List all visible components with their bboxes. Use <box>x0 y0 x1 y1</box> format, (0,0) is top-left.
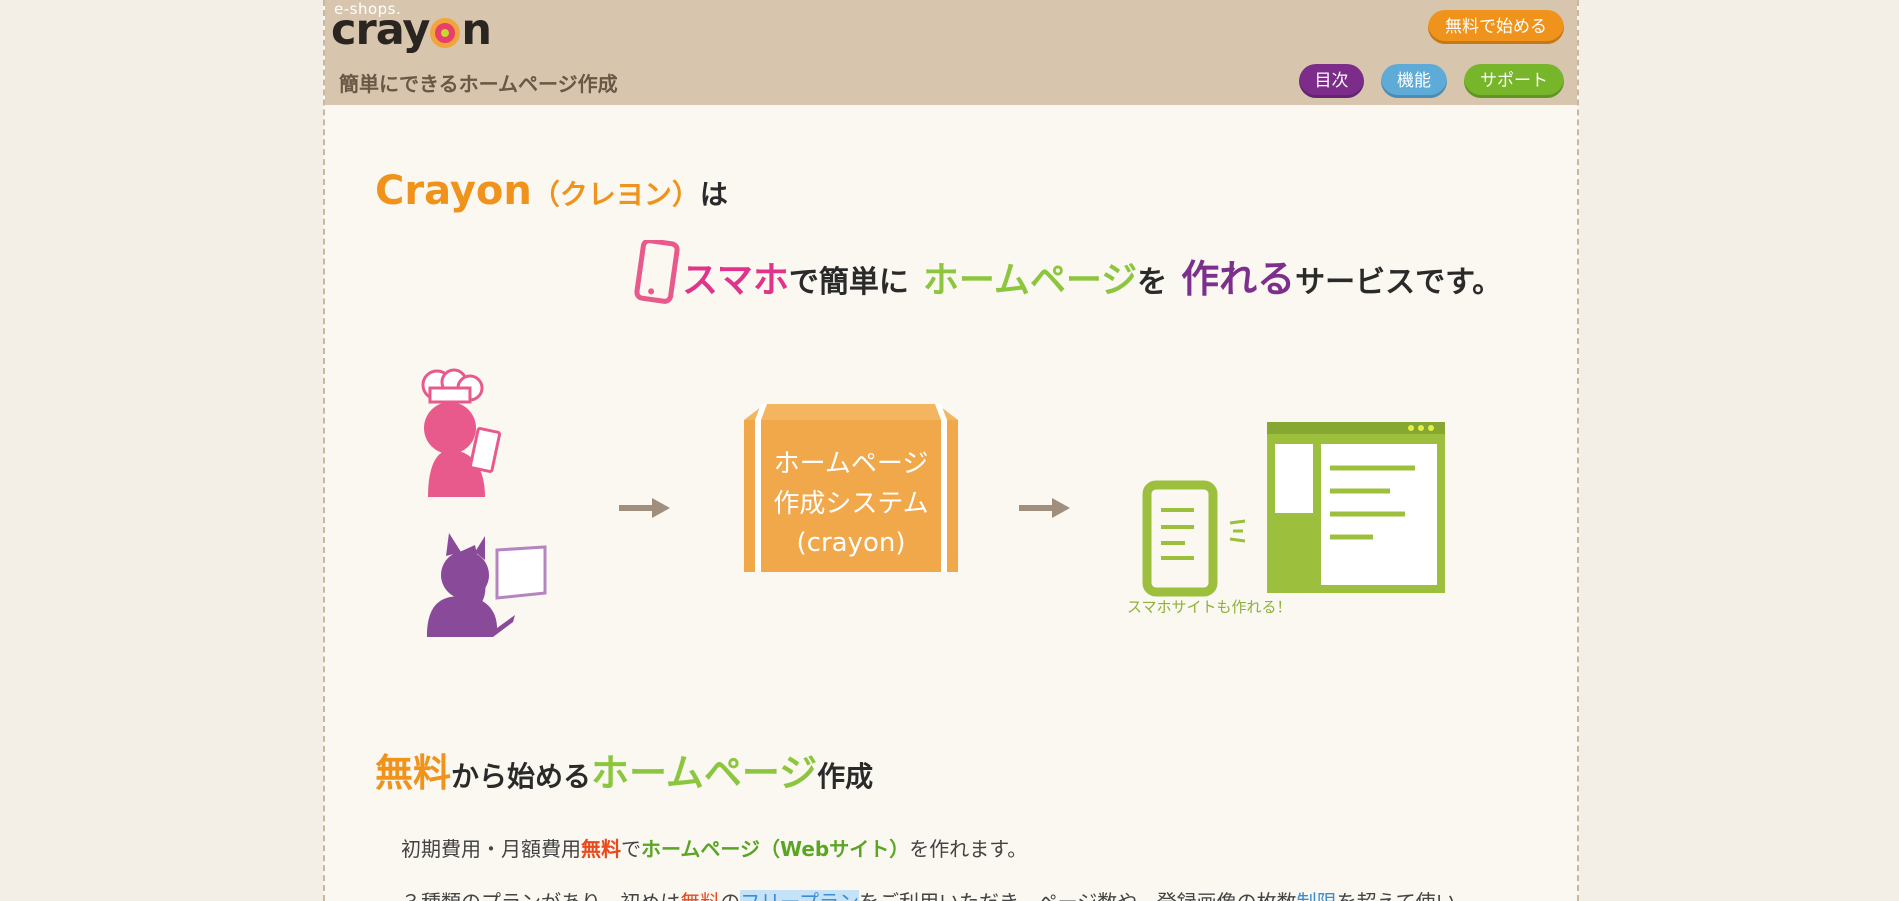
box-label-line2: 作成システム <box>773 489 928 519</box>
logo-o-icon <box>430 18 461 48</box>
para1-c: で <box>621 837 641 861</box>
workflow-diagram: ホームページ 作成システム (crayon) スマホサイトも作れる！ <box>325 360 1577 660</box>
hero-title-kureyon: （クレヨン） <box>531 178 700 211</box>
support-button[interactable]: サポート <box>1464 64 1564 98</box>
system-box-icon: ホームページ 作成システム (crayon) <box>744 404 958 572</box>
hero-title-crayon: Crayon <box>375 168 532 214</box>
logo-text-b: n <box>461 5 492 55</box>
smartphone-site-icon <box>1142 480 1218 597</box>
subtitle-sumaho: スマホ <box>682 260 789 301</box>
section-title-sakusei: 作成 <box>817 760 874 793</box>
cat-person-icon <box>427 533 547 637</box>
page-container: e-shops. cray n 簡単にできるホームページ作成 無料で始める 目次 … <box>323 0 1579 901</box>
free-plan-link[interactable]: フリープラン <box>740 890 860 901</box>
equals-icon <box>1229 519 1246 543</box>
limit-link[interactable]: 制限 <box>1297 890 1337 901</box>
section-title: 無料から始めるホームページ作成 <box>375 742 873 797</box>
intro-paragraph: 初期費用・月額費用無料でホームページ（Webサイト）を作れます。 <box>401 833 1027 862</box>
hero-title-ha: は <box>699 178 728 211</box>
header-tagline: 簡単にできるホームページ作成 <box>339 72 618 96</box>
para2-e: をご利用いただき、ページ数や、登録画像の枚数 <box>859 890 1297 901</box>
section-title-kara: から始める <box>451 760 592 793</box>
subtitle-wo: を <box>1137 265 1168 300</box>
browser-window-icon <box>1267 422 1445 593</box>
chef-person-icon <box>421 368 502 497</box>
para2-g: を超えて使い <box>1337 890 1456 901</box>
diagram-caption: スマホサイトも作れる！ <box>1127 598 1292 616</box>
para2-c: の <box>720 890 740 901</box>
section-title-homepage: ホームページ <box>591 751 818 795</box>
hero-title: Crayon（クレヨン）は <box>375 168 728 214</box>
para1-b: 無料 <box>581 837 621 861</box>
box-label-line3: (crayon) <box>797 528 906 558</box>
features-button[interactable]: 機能 <box>1381 64 1447 98</box>
arrow-right-icon <box>619 498 670 518</box>
box-label-line1: ホームページ <box>774 449 929 479</box>
para1-a: 初期費用・月額費用 <box>401 837 581 861</box>
subtitle-service: サービスです。 <box>1295 265 1503 300</box>
para1-e: を作れます。 <box>909 837 1028 861</box>
section-title-muryou: 無料 <box>375 751 452 795</box>
logo-text-a: cray <box>331 5 430 55</box>
subtitle-de-kantan: で簡単に <box>788 265 909 300</box>
para2-a: ３種類のプランがあり、初めは <box>401 890 680 901</box>
start-free-button[interactable]: 無料で始める <box>1428 10 1564 44</box>
smartphone-icon <box>632 238 680 308</box>
subtitle-tsukureru: 作れる <box>1181 257 1296 301</box>
subtitle-homepage: ホームページ <box>922 260 1138 301</box>
para1-d: ホームページ（Webサイト） <box>641 837 910 861</box>
para2-b: 無料 <box>680 890 720 901</box>
arrow-right-icon-2 <box>1019 498 1070 518</box>
crayon-logo[interactable]: cray n <box>331 5 492 55</box>
site-header: e-shops. cray n 簡単にできるホームページ作成 無料で始める 目次 … <box>325 0 1577 105</box>
toc-button[interactable]: 目次 <box>1299 64 1364 98</box>
plan-paragraph: ３種類のプランがあり、初めは無料のフリープランをご利用いただき、ページ数や、登録… <box>401 886 1456 901</box>
hero-subtitle: スマホで簡単に ホームページを 作れるサービスです。 <box>632 238 1503 308</box>
workflow-diagram-svg: ホームページ 作成システム (crayon) <box>421 368 1445 637</box>
